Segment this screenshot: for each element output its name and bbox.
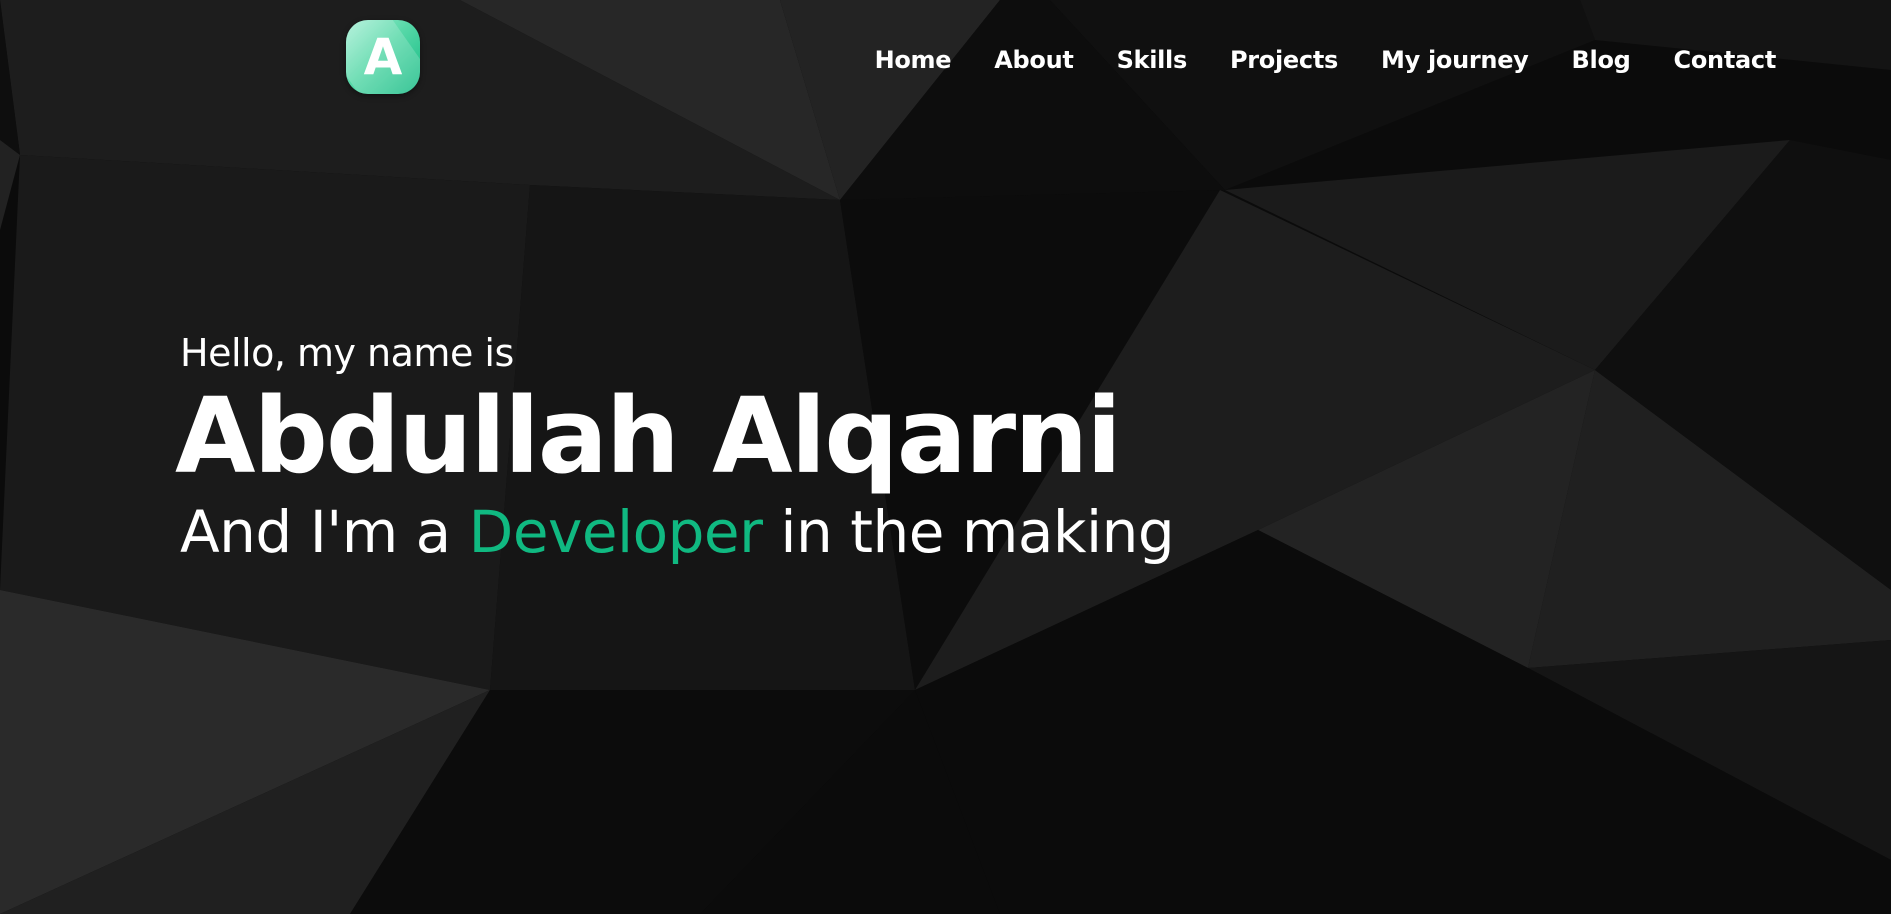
nav-item-contact: Contact — [1674, 40, 1777, 80]
tagline-prefix: And I'm a — [180, 498, 451, 566]
hero-name: Abdullah Alqarni — [175, 375, 1122, 497]
logo-letter: A — [363, 28, 403, 86]
nav-link-skills[interactable]: Skills — [1117, 46, 1188, 74]
tagline-highlight: Developer — [468, 498, 763, 566]
nav-item-home: Home — [875, 40, 952, 80]
nav-link-about[interactable]: About — [994, 46, 1074, 74]
page: A Home About Skills Projects My journey … — [0, 0, 1891, 914]
nav-item-projects: Projects — [1230, 40, 1338, 80]
nav-item-blog: Blog — [1572, 40, 1631, 80]
nav-link-contact[interactable]: Contact — [1674, 46, 1777, 74]
nav-item-skills: Skills — [1117, 40, 1188, 80]
nav-link-blog[interactable]: Blog — [1572, 46, 1631, 74]
hero-greeting: Hello, my name is — [180, 331, 514, 375]
nav-item-about: About — [994, 40, 1074, 80]
tagline-suffix: in the making — [780, 498, 1175, 566]
hero-section: Hello, my name is Abdullah Alqarni And I… — [175, 328, 1175, 570]
hero-tagline: And I'm a Developer in the making — [180, 494, 1175, 570]
nav-link-my-journey[interactable]: My journey — [1381, 46, 1529, 74]
nav-link-projects[interactable]: Projects — [1230, 46, 1338, 74]
main-navigation: Home About Skills Projects My journey Bl… — [875, 40, 1777, 80]
site-logo[interactable]: A — [346, 20, 420, 94]
nav-link-home[interactable]: Home — [875, 46, 952, 74]
nav-item-my-journey: My journey — [1381, 40, 1529, 80]
